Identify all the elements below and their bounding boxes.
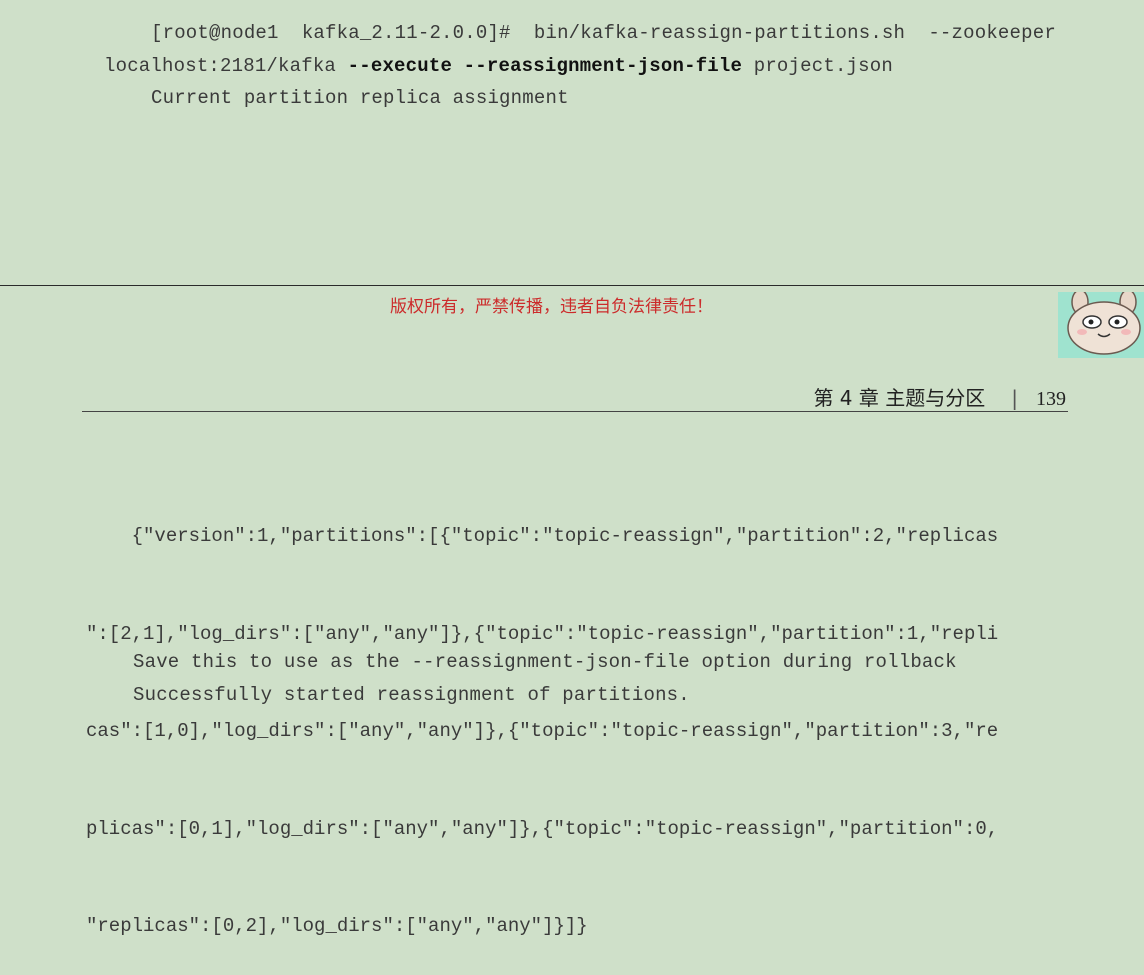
json-output-block: {"version":1,"partitions":[{"topic":"top… [86, 455, 998, 975]
json-line: ":[2,1],"log_dirs":["any","any"]},{"topi… [86, 622, 999, 645]
json-line: {"version":1,"partitions":[{"topic":"top… [86, 525, 999, 547]
header-separator: | [1011, 386, 1018, 410]
command-line-1: [root@node1 kafka_2.11-2.0.0]# bin/kafka… [151, 22, 1056, 44]
json-line: plicas":[0,1],"log_dirs":["any","any"]},… [86, 817, 999, 840]
current-assignment-label: Current partition replica assignment [151, 87, 569, 109]
page-number: 139 [1036, 388, 1066, 410]
flag-space [452, 55, 464, 77]
host-text: localhost:2181/kafka [104, 55, 348, 77]
header-rule [82, 411, 1068, 412]
success-message: Successfully started reassignment of par… [133, 684, 690, 706]
json-line: cas":[1,0],"log_dirs":["any","any"]},{"t… [86, 720, 999, 742]
json-file-name: project.json [742, 55, 893, 77]
save-rollback-message: Save this to use as the --reassignment-j… [133, 651, 957, 673]
reassignment-flag: --reassignment-json-file [463, 55, 743, 77]
running-header: 第 4 章 主题与分区 | 139 [813, 382, 1066, 411]
copyright-watermark: 版权所有，严禁传播，违者自负法律责任！ [390, 297, 713, 317]
json-line: "replicas":[0,2],"log_dirs":["any","any"… [86, 915, 588, 937]
chapter-title: 第 4 章 主题与分区 [813, 386, 986, 410]
execute-flag: --execute [347, 55, 453, 77]
command-line-2: localhost:2181/kafka --execute --reassig… [104, 55, 893, 77]
cartoon-sticker-icon [1058, 292, 1144, 358]
